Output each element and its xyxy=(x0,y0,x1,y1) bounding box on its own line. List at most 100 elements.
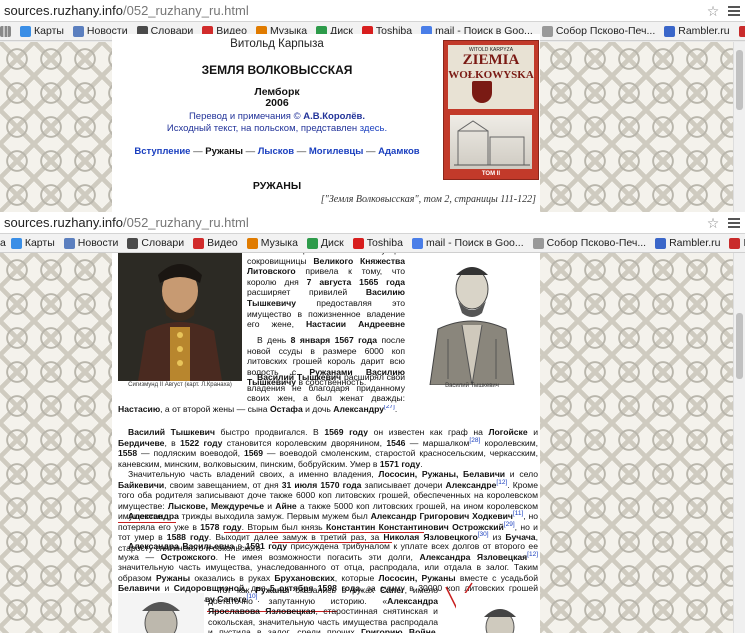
bookmark-favicon-icon xyxy=(306,237,318,249)
bookmark-label: Собор Псково-Печ... xyxy=(546,237,647,249)
bookmark-star-icon-2[interactable]: ☆ xyxy=(705,215,721,231)
bookmark-0[interactable]: Карты xyxy=(20,25,64,37)
caption-sigismund: Сигизмунд II Август (карт. Л.Кранаха) xyxy=(128,382,232,388)
annotation-underline-1 xyxy=(118,522,176,523)
scrollbar-top[interactable] xyxy=(733,42,745,212)
bookmark-favicon-icon xyxy=(63,237,75,249)
bookmarks-bar-2: а Карты Новости Словари Видео Музыка Диск Tosh… xyxy=(0,234,745,253)
portrait-bottom-right xyxy=(456,593,536,633)
portrait-tyshkevich xyxy=(408,255,536,385)
footnote-link[interactable]: [28] xyxy=(469,437,480,444)
bookmark-8[interactable]: Собор Псково-Печ... xyxy=(541,25,656,37)
browser-menu-icon[interactable] xyxy=(727,4,741,18)
caption-tyshkevich: Василий Тышкевич xyxy=(445,383,499,389)
bookmark-favicon-icon xyxy=(127,237,139,249)
translator-link[interactable]: А.В.Королёв. xyxy=(303,111,365,122)
portrait-bottom-left xyxy=(118,593,204,633)
bookmark-label: Видео xyxy=(207,237,238,249)
nav-link-adamkov[interactable]: Адамков xyxy=(378,146,419,157)
paragraph-3a: Василий Тышкевич расширял свои владения … xyxy=(247,372,405,406)
annotation-underline-3 xyxy=(272,542,392,543)
bookmark-7-2[interactable]: mail - Поиск в Goo... xyxy=(411,237,524,249)
scrollbar-thumb-top[interactable] xyxy=(736,50,743,110)
bookmark-label: Rambler.ru xyxy=(678,25,730,37)
footnote-link[interactable]: [11] xyxy=(513,510,523,517)
bookmark-favicon-icon xyxy=(664,25,676,37)
footnote-link[interactable]: [27] xyxy=(384,405,395,410)
bookmark-8-2[interactable]: Собор Псково-Печ... xyxy=(532,237,647,249)
bookmark-0-2[interactable]: Карты xyxy=(10,237,55,249)
scrollbar-bottom[interactable] xyxy=(733,253,745,633)
book-author: Витольд Карпыза xyxy=(230,38,324,50)
bookmark-label: Словари xyxy=(141,237,185,249)
bookmark-9[interactable]: Rambler.ru xyxy=(664,25,730,37)
bookmark-10-2[interactable]: Константин Яросла... xyxy=(729,237,745,249)
page-content-top: Витольд Карпыза ЗЕМЛЯ ВОЛКОВЫССКАЯ Лембо… xyxy=(112,34,540,212)
bookmark-label: Собор Псково-Печ... xyxy=(555,25,656,37)
book-cover-image: WITOLD KARPYZA ZIEMIA WOŁKOWYSKA TOM II xyxy=(443,40,539,180)
paragraph-3b: Василий Тышкевич расширял свои владения … xyxy=(118,405,538,427)
scrollbar-thumb-bottom[interactable] xyxy=(736,313,743,379)
nav-link-lyskov[interactable]: Лысков xyxy=(258,146,294,157)
nav-current-ruzhany: Ружаны xyxy=(205,146,243,157)
footnote-link[interactable]: [29] xyxy=(504,521,515,528)
bookmark-favicon-icon xyxy=(352,237,364,249)
bookmark-favicon-icon xyxy=(193,237,205,249)
bookmark-favicon-icon xyxy=(246,237,258,249)
bookmark-favicon-icon xyxy=(655,237,667,249)
url-field[interactable]: sources.ruzhany.info/052_ruzhany_ru.html xyxy=(4,3,701,18)
paragraph-8: Тот как Ружаны оказались в руках Сапег, … xyxy=(208,585,438,633)
bookmark-favicon-icon xyxy=(729,237,741,249)
bookmark-6-2[interactable]: Toshiba xyxy=(352,237,403,249)
bookmark-clipped[interactable]: а xyxy=(0,237,6,249)
nav-link-mogilevcy[interactable]: Могилевцы xyxy=(309,146,364,157)
publication-year: 2006 xyxy=(265,97,289,109)
bookmark-label: Карты xyxy=(34,25,64,37)
bookmark-star-icon[interactable]: ☆ xyxy=(705,3,721,19)
browser-menu-icon-2[interactable] xyxy=(727,216,741,230)
bookmark-10[interactable]: Константин Яросла... xyxy=(738,25,745,37)
bookmark-favicon-icon xyxy=(20,25,31,37)
footnote-link[interactable]: [30] xyxy=(478,531,489,539)
bookmark-label: Новости xyxy=(77,237,119,249)
bookmark-1-2[interactable]: Новости xyxy=(63,237,119,249)
bookmark-9-2[interactable]: Rambler.ru xyxy=(655,237,720,249)
paragraph-4: Василий Тышкевич быстро продвигался. В 1… xyxy=(118,427,538,469)
bookmark-label: Диск xyxy=(320,237,344,249)
apps-icon[interactable] xyxy=(0,25,14,37)
footnote-link[interactable]: [12] xyxy=(496,479,507,486)
bookmark-2-2[interactable]: Словари xyxy=(127,237,184,249)
bookmark-favicon-icon xyxy=(738,25,745,37)
book-title: ЗЕМЛЯ ВОЛКОВЫССКАЯ xyxy=(201,63,353,77)
bookmark-3-2[interactable]: Видео xyxy=(193,237,238,249)
coat-of-arms-icon xyxy=(472,81,492,103)
page-content-bottom: Сигизмунд II Август (карт. Л.Кранаха) Ва… xyxy=(112,253,540,633)
bookmark-4-2[interactable]: Музыка xyxy=(246,237,298,249)
url-field-2[interactable]: sources.ruzhany.info/052_ruzhany_ru.html xyxy=(4,215,701,230)
chapter-nav: Вступление — Ружаны — Лысков — Могилевцы… xyxy=(134,146,420,157)
bookmark-favicon-icon xyxy=(541,25,553,37)
footnote-link[interactable]: [12] xyxy=(527,551,538,558)
address-bar-2[interactable]: sources.ruzhany.info/052_ruzhany_ru.html… xyxy=(0,212,745,234)
bookmark-label: mail - Поиск в Goo... xyxy=(425,237,524,249)
nav-link-intro[interactable]: Вступление xyxy=(134,146,190,157)
bookmark-label: Rambler.ru xyxy=(669,237,721,249)
portrait-sigismund xyxy=(118,253,242,381)
source-text-note: Исходный текст, на польском, представлен… xyxy=(166,123,388,134)
bookmark-favicon-icon xyxy=(72,25,84,37)
bookmark-favicon-icon xyxy=(10,237,22,249)
section-heading: РУЖАНЫ xyxy=(252,180,302,192)
bookmark-favicon-icon xyxy=(532,237,544,249)
paragraph-1: Тяжелая финансовая ситуация сокровищницы… xyxy=(247,253,405,329)
bookmark-favicon-icon xyxy=(411,237,423,249)
address-bar[interactable]: sources.ruzhany.info/052_ruzhany_ru.html… xyxy=(0,0,745,22)
bookmark-label: Toshiba xyxy=(366,237,403,249)
cover-illustration xyxy=(450,115,532,169)
bookmark-label: Карты xyxy=(24,237,55,249)
source-reference: ["Земля Волковысская", том 2, страницы 1… xyxy=(320,194,536,205)
bookmark-5-2[interactable]: Диск xyxy=(306,237,344,249)
source-link[interactable]: здесь. xyxy=(360,123,387,134)
browser-chrome-bottom: sources.ruzhany.info/052_ruzhany_ru.html… xyxy=(0,212,745,253)
annotation-underline-2 xyxy=(224,532,424,533)
bookmark-label: Музыка xyxy=(260,237,298,249)
